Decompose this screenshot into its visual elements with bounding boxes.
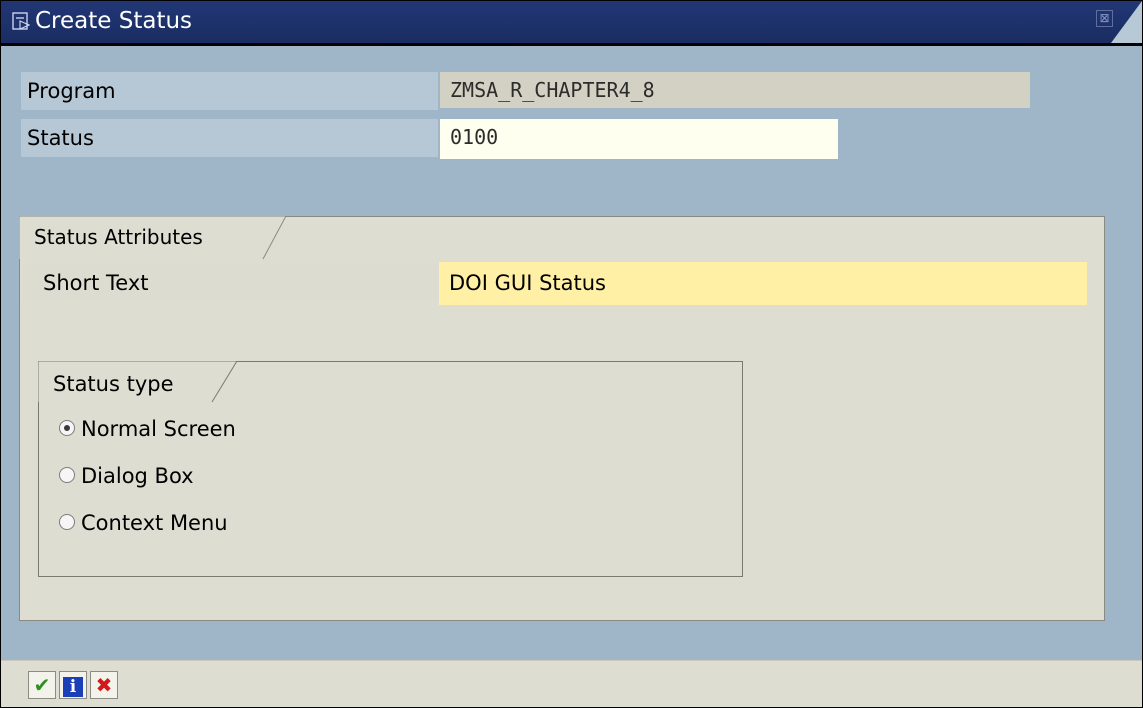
window-title: Create Status: [35, 8, 193, 34]
radio-label: Dialog Box: [81, 464, 194, 488]
status-type-group: Status type Normal Screen Dialog Box Con…: [38, 361, 743, 577]
info-glyph: i: [63, 677, 83, 697]
status-attributes-group: Status Attributes Short Text DOI GUI Sta…: [19, 216, 1105, 621]
radio-unselected-icon[interactable]: [59, 467, 75, 483]
main-area: Program ZMSA_R_CHAPTER4_8 Status 0100 St…: [1, 46, 1142, 660]
dialog-toolbar: ✔ i ✖: [1, 660, 1142, 707]
info-icon[interactable]: i: [59, 671, 87, 699]
status-label: Status: [21, 119, 438, 157]
radio-label: Context Menu: [81, 511, 228, 535]
status-field[interactable]: 0100: [440, 119, 838, 159]
title-bar[interactable]: Create Status ⊠: [1, 1, 1142, 46]
short-text-field[interactable]: DOI GUI Status: [439, 262, 1087, 305]
radio-unselected-icon[interactable]: [59, 514, 75, 530]
create-status-dialog: Create Status ⊠ Program ZMSA_R_CHAPTER4_…: [0, 0, 1143, 708]
program-label: Program: [21, 72, 438, 110]
status-type-tab: Status type: [53, 372, 174, 396]
radio-label: Normal Screen: [81, 417, 236, 441]
title-corner: [1111, 1, 1142, 43]
short-text-label: Short Text: [23, 264, 439, 302]
program-field[interactable]: ZMSA_R_CHAPTER4_8: [440, 72, 1030, 108]
radio-selected-icon[interactable]: [59, 420, 75, 436]
status-attributes-tab: Status Attributes: [34, 225, 203, 249]
cancel-icon[interactable]: ✖: [90, 671, 118, 699]
window-icon: [12, 12, 30, 30]
check-icon[interactable]: ✔: [28, 671, 56, 699]
